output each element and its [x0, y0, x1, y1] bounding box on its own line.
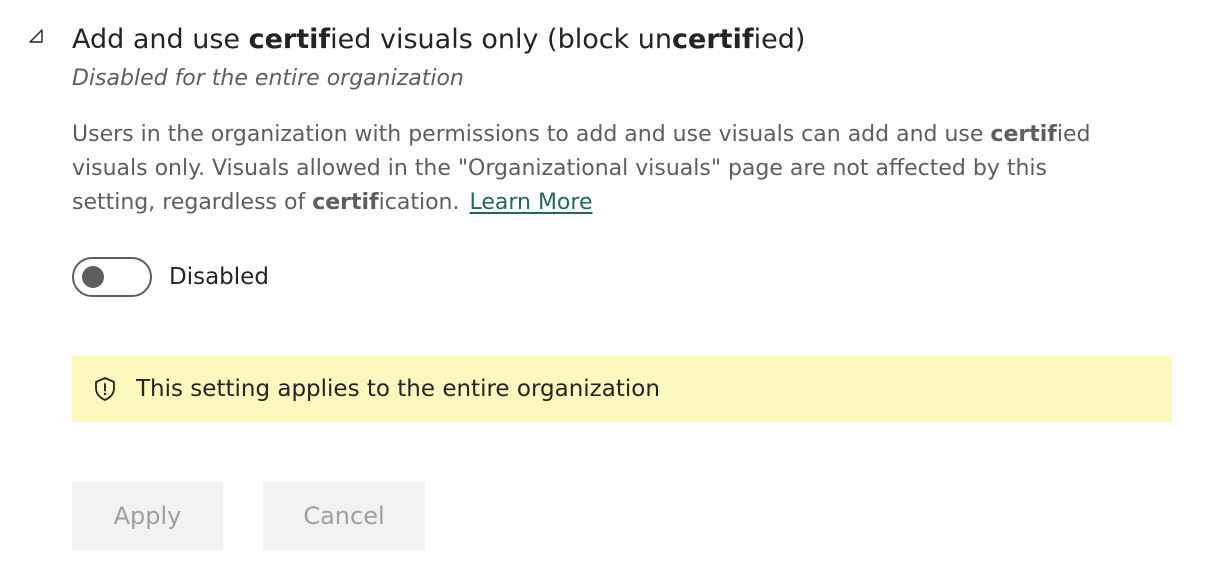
title-text: ied) [753, 24, 806, 55]
scope-info-banner: This setting applies to the entire organ… [72, 356, 1172, 422]
description-highlight: certif [990, 122, 1057, 147]
title-text: Add and use [72, 24, 249, 55]
collapse-caret-icon[interactable] [26, 26, 46, 46]
toggle-knob [82, 266, 104, 288]
description-text: ication. [378, 190, 460, 215]
setting-description: Users in the organization with permissio… [72, 118, 1132, 220]
apply-button[interactable]: Apply [72, 482, 223, 550]
enable-toggle[interactable] [72, 257, 152, 297]
title-highlight: certif [248, 24, 331, 55]
setting-status-subtitle: Disabled for the entire organization [72, 66, 464, 91]
shield-icon [95, 377, 115, 401]
title-text: ied visuals only (block un [330, 24, 673, 55]
cancel-button[interactable]: Cancel [263, 482, 425, 550]
title-highlight: certif [672, 24, 754, 55]
toggle-row: Disabled [72, 257, 269, 297]
description-text: Users in the organization with permissio… [72, 122, 991, 147]
description-highlight: certif [312, 190, 379, 215]
learn-more-link[interactable]: Learn More [469, 190, 592, 215]
toggle-label: Disabled [169, 264, 269, 290]
setting-title: Add and use certified visuals only (bloc… [72, 20, 805, 60]
banner-text: This setting applies to the entire organ… [136, 376, 660, 402]
